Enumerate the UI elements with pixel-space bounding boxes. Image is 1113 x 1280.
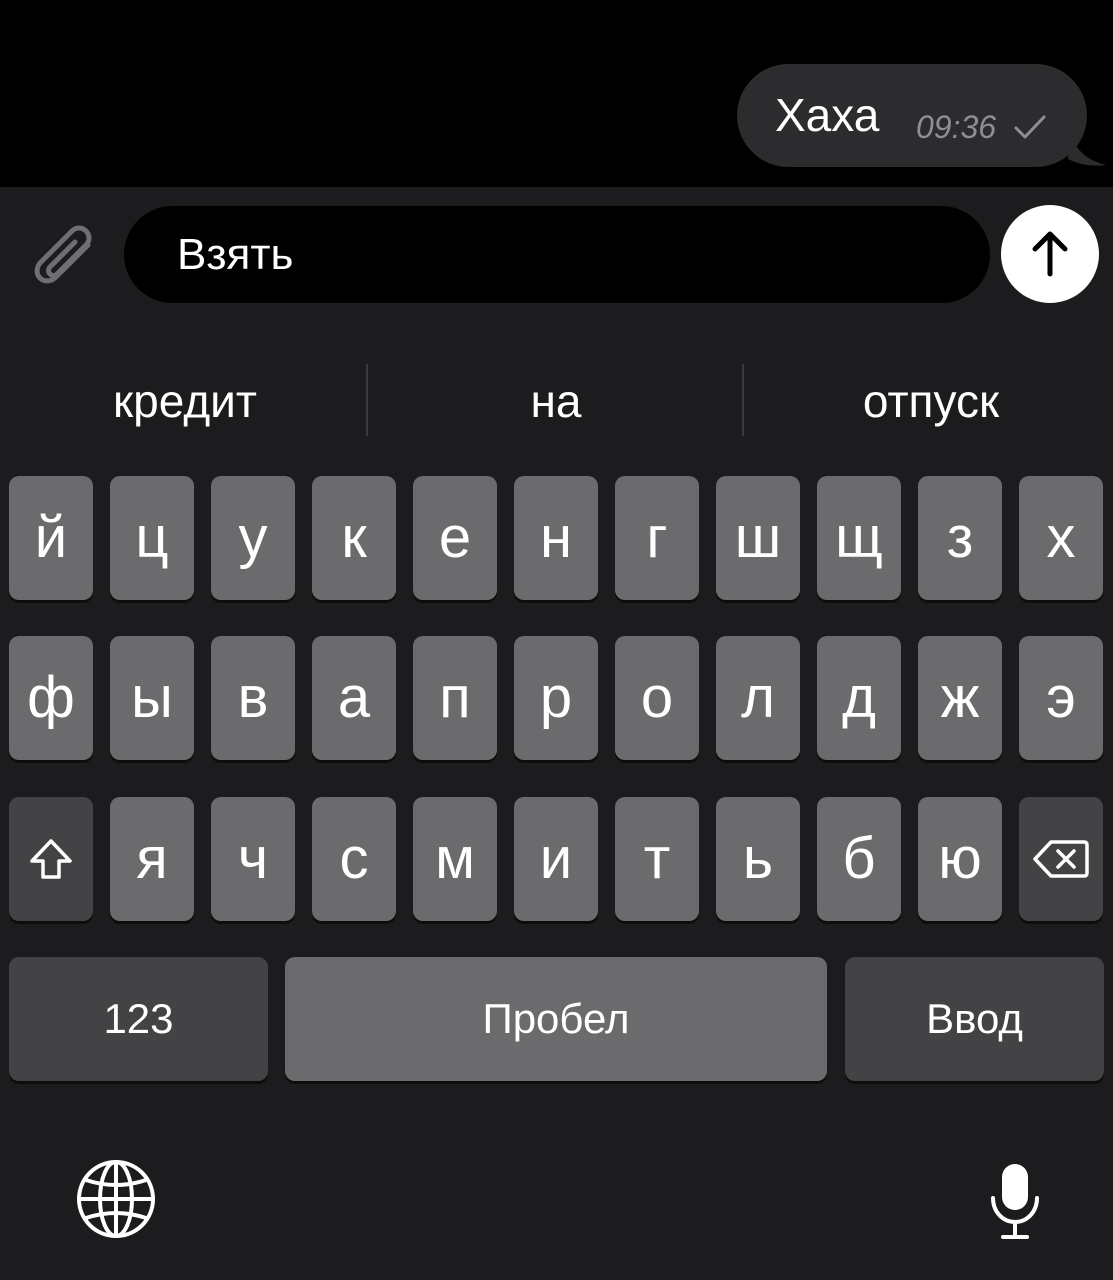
key[interactable]: ь (716, 797, 800, 921)
message-text: Хаха (775, 89, 880, 141)
checkmark-icon (1014, 115, 1046, 139)
key[interactable]: р (514, 636, 598, 760)
key[interactable]: у (211, 476, 295, 600)
suggestion-3[interactable]: отпуск (746, 370, 1113, 434)
key[interactable]: в (211, 636, 295, 760)
key[interactable]: ц (110, 476, 194, 600)
backspace-icon (1033, 840, 1089, 878)
key[interactable]: н (514, 476, 598, 600)
microphone-icon[interactable] (988, 1160, 1042, 1242)
shift-icon (30, 839, 72, 879)
key[interactable]: м (413, 797, 497, 921)
key[interactable]: г (615, 476, 699, 600)
key[interactable]: я (110, 797, 194, 921)
app-screen: Хаха 09:36 Взять кредит на отпуск й ц у … (0, 0, 1113, 1280)
suggestion-2[interactable]: на (371, 370, 741, 434)
numbers-key[interactable]: 123 (9, 957, 268, 1081)
key[interactable]: ш (716, 476, 800, 600)
shift-key[interactable] (9, 797, 93, 921)
suggestion-divider (366, 364, 368, 436)
key[interactable]: л (716, 636, 800, 760)
space-key[interactable]: Пробел (285, 957, 827, 1081)
key[interactable]: б (817, 797, 901, 921)
key[interactable]: с (312, 797, 396, 921)
key[interactable]: э (1019, 636, 1103, 760)
backspace-key[interactable] (1019, 797, 1103, 921)
key[interactable]: д (817, 636, 901, 760)
key[interactable]: п (413, 636, 497, 760)
key[interactable]: щ (817, 476, 901, 600)
key[interactable]: ы (110, 636, 194, 760)
key[interactable]: ю (918, 797, 1002, 921)
key[interactable]: ф (9, 636, 93, 760)
globe-icon[interactable] (75, 1158, 157, 1240)
arrow-up-icon (1032, 231, 1068, 277)
key[interactable]: з (918, 476, 1002, 600)
key[interactable]: ж (918, 636, 1002, 760)
send-button[interactable] (1001, 205, 1099, 303)
key[interactable]: е (413, 476, 497, 600)
paperclip-icon[interactable] (28, 219, 98, 291)
suggestion-divider (742, 364, 744, 436)
key[interactable]: ч (211, 797, 295, 921)
key[interactable]: о (615, 636, 699, 760)
message-input-text: Взять (177, 230, 294, 279)
key[interactable]: т (615, 797, 699, 921)
key[interactable]: к (312, 476, 396, 600)
return-key[interactable]: Ввод (845, 957, 1104, 1081)
key[interactable]: х (1019, 476, 1103, 600)
key[interactable]: й (9, 476, 93, 600)
key[interactable]: а (312, 636, 396, 760)
bubble-tail (1068, 120, 1106, 166)
message-time: 09:36 (916, 109, 997, 145)
key[interactable]: и (514, 797, 598, 921)
suggestion-1[interactable]: кредит (0, 370, 370, 434)
